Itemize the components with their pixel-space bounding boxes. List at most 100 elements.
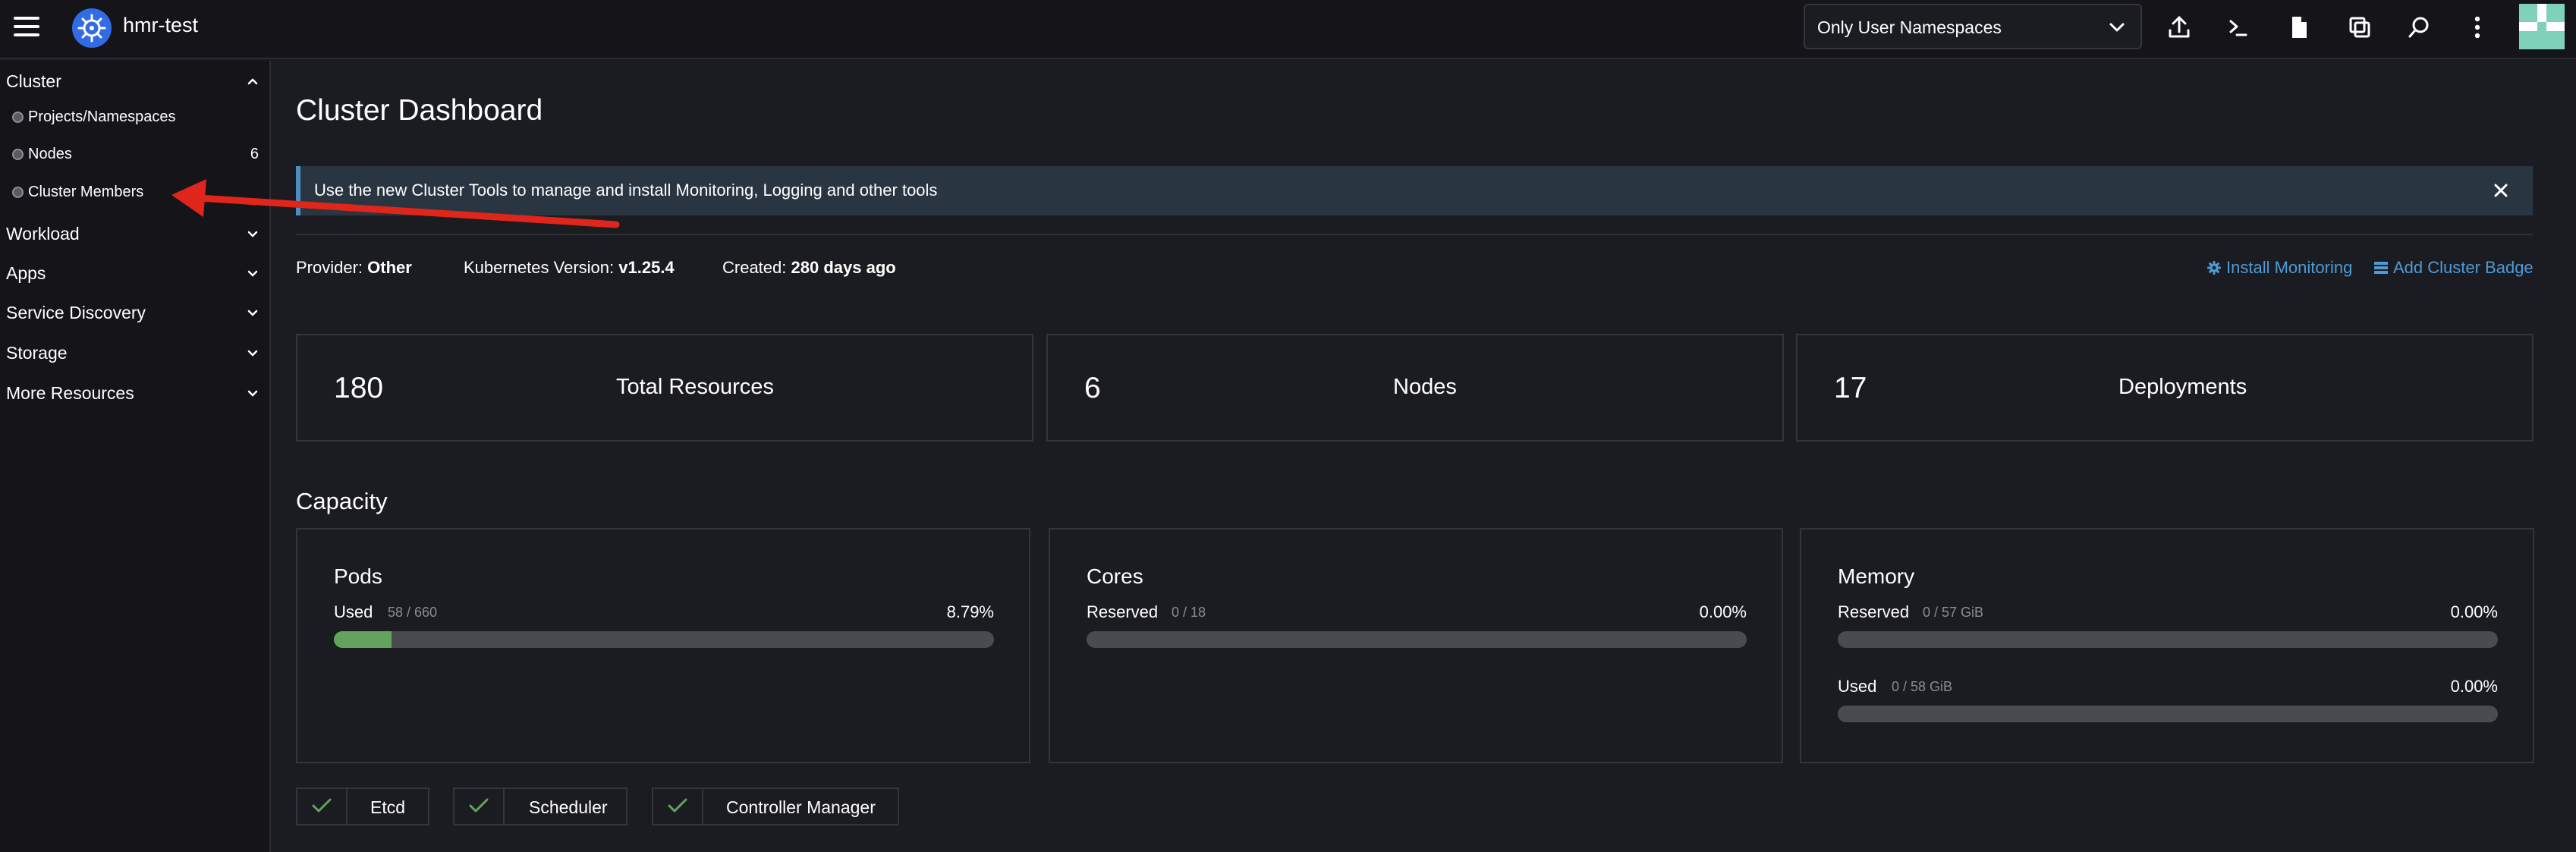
progress-bar [1838,706,2498,722]
component-label: Controller Manager [726,797,876,817]
provider-value: Other [367,258,412,277]
capacity-card-cores: Cores Reserved 0 / 18 0.00% [1049,528,1783,763]
progress-bar [1838,631,2498,648]
upload-icon[interactable] [2164,12,2194,42]
sidebar-group-label: Storage [6,343,68,363]
chevron-down-icon [247,350,258,357]
add-cluster-badge-link[interactable]: Add Cluster Badge [2373,258,2534,278]
capacity-card-title: Pods [334,564,382,588]
status-dot-icon [12,149,24,160]
created-info: Created: 280 days ago [722,258,896,278]
capacity-card-title: Cores [1087,564,1143,588]
sidebar-group-storage[interactable]: Storage [0,337,271,367]
file-icon[interactable] [2284,12,2314,42]
meter-label: Used [1838,677,1877,696]
sidebar-group-service-discovery[interactable]: Service Discovery [0,297,271,327]
component-status-controller-manager: Controller Manager [652,788,899,825]
user-avatar[interactable] [2519,4,2565,49]
terminal-icon[interactable] [2223,12,2254,42]
sidebar-item-cluster-members[interactable]: Cluster Members [0,178,271,208]
kubernetes-version-info: Kubernetes Version: v1.25.4 [464,258,675,278]
stat-label: Total Resources [616,375,774,399]
divider [296,234,2533,235]
sidebar-group-apps[interactable]: Apps [0,257,271,288]
progress-fill [334,631,392,648]
namespace-filter-label: Only User Namespaces [1817,17,2002,37]
stat-card-nodes[interactable]: 6 Nodes [1046,334,1784,442]
meter-label: Used [334,602,373,621]
sidebar-group-label: Apps [6,263,46,283]
stat-value: 17 [1834,372,1867,404]
capacity-title: Capacity [296,488,388,514]
capacity-card-memory: Memory Reserved 0 / 57 GiB 0.00% Used 0 … [1800,528,2534,763]
install-monitoring-label: Install Monitoring [2226,258,2353,277]
sidebar-group-label: Workload [6,224,80,244]
gear-icon [2207,261,2221,275]
check-icon [469,798,489,813]
created-value: 280 days ago [791,258,896,277]
stat-card-total-resources[interactable]: 180 Total Resources [296,334,1033,442]
close-icon[interactable] [2487,177,2515,204]
meter-label: Reserved [1087,602,1159,621]
kubernetes-version-label: Kubernetes Version: [464,258,615,277]
sidebar-group-more-resources[interactable]: More Resources [0,377,271,407]
meter-percent: 0.00% [2450,677,2498,696]
page-title: Cluster Dashboard [296,94,543,127]
sidebar-item-nodes[interactable]: Nodes 6 [0,140,271,170]
namespace-filter-select[interactable]: Only User Namespaces [1804,4,2142,49]
search-icon[interactable] [2404,12,2434,42]
cluster-name[interactable]: hmr-test [123,14,198,37]
chevron-down-icon [247,270,258,277]
sidebar-item-label: Cluster Members [28,184,144,200]
kubernetes-logo[interactable] [71,8,112,49]
component-status-scheduler: Scheduler [453,788,627,825]
banner-text: Use the new Cluster Tools to manage and … [314,181,938,200]
more-vertical-icon[interactable] [2462,12,2493,42]
meter-value: 0 / 58 GiB [1892,679,1953,694]
stat-card-deployments[interactable]: 17 Deployments [1796,334,2534,442]
kubernetes-version-value: v1.25.4 [618,258,675,277]
check-icon [312,798,332,813]
created-label: Created: [722,258,787,277]
sidebar-nav: Cluster Projects/Namespaces Nodes 6 Clus… [0,61,271,852]
chevron-down-icon [247,390,258,397]
meter-value: 0 / 18 [1172,605,1206,620]
sidebar-item-count: 6 [250,146,259,162]
capacity-card-title: Memory [1838,564,1915,588]
stat-value: 180 [334,372,384,404]
sidebar-group-cluster[interactable]: Cluster [0,65,271,96]
sidebar-item-label: Nodes [28,146,72,162]
install-monitoring-link[interactable]: Install Monitoring [2206,258,2352,278]
capacity-card-pods: Pods Used 58 / 660 8.79% [296,528,1030,763]
component-label: Etcd [370,797,406,817]
status-dot-icon [12,187,24,198]
component-label: Scheduler [529,797,608,817]
stat-value: 6 [1084,372,1101,404]
meter-label: Reserved [1838,602,1910,621]
badge-icon [2374,262,2388,274]
sidebar-item-projects-namespaces[interactable]: Projects/Namespaces [0,102,271,133]
sidebar-item-label: Projects/Namespaces [28,108,176,125]
cluster-tools-banner: Use the new Cluster Tools to manage and … [296,166,2533,215]
provider-info: Provider: Other [296,258,412,278]
meter-percent: 0.00% [2450,602,2498,621]
sidebar-group-workload[interactable]: Workload [0,218,271,248]
progress-bar [1087,631,1747,648]
meter-value: 58 / 660 [388,605,438,620]
sidebar-group-label: Service Discovery [6,303,146,322]
meter-value: 0 / 57 GiB [1923,605,1984,620]
provider-label: Provider: [296,258,363,277]
chevron-down-icon [247,310,258,316]
chevron-down-icon [247,231,258,237]
sidebar-group-label: Cluster [6,71,61,91]
chevron-down-icon [2109,23,2125,32]
meter-percent: 0.00% [1699,602,1747,621]
check-icon [668,798,687,813]
meter-percent: 8.79% [946,602,994,621]
status-dot-icon [12,112,24,123]
sidebar-group-label: More Resources [6,383,134,403]
menu-icon[interactable] [14,17,39,39]
stat-label: Nodes [1393,375,1457,399]
chevron-up-icon [247,78,258,85]
copy-icon[interactable] [2345,12,2375,42]
